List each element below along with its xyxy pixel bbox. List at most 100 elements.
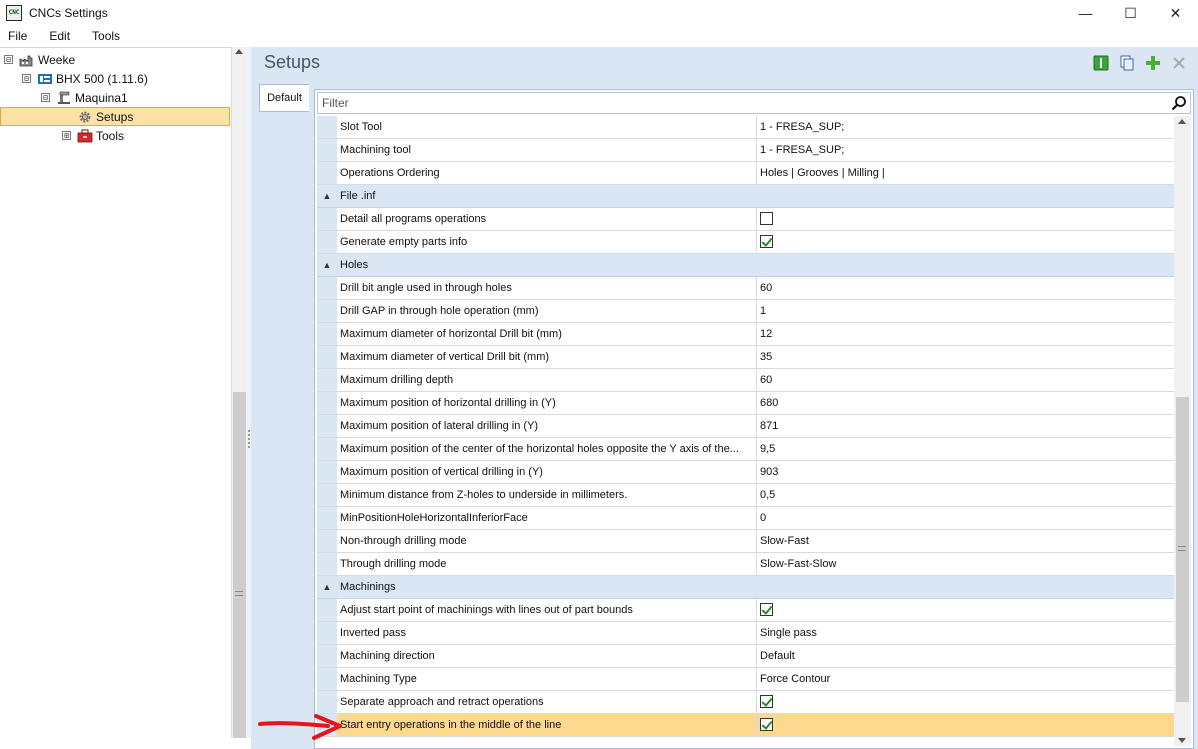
property-row[interactable]: Maximum drilling depth 60: [317, 369, 1175, 392]
property-value[interactable]: Slow-Fast: [757, 530, 1175, 552]
property-value[interactable]: 1 - FRESA_SUP;: [757, 116, 1175, 138]
property-grid: Slot Tool 1 - FRESA_SUP; Machining tool 1 -…: [317, 116, 1175, 746]
property-value[interactable]: [757, 714, 1175, 736]
property-row[interactable]: Separate approach and retract operations: [317, 691, 1175, 714]
property-value[interactable]: 680: [757, 392, 1175, 414]
tree-item-tools[interactable]: ⊞ Tools: [62, 126, 124, 145]
property-value[interactable]: Default: [757, 645, 1175, 667]
delete-button[interactable]: [1170, 54, 1188, 72]
checkbox-checked[interactable]: [760, 717, 773, 731]
row-indent: [317, 622, 337, 644]
menu-bar: File Edit Tools: [0, 26, 1198, 46]
tree-item-bhx500[interactable]: ⊟ BHX 500 (1.11.6): [22, 69, 148, 88]
category-row[interactable]: ▲ Machinings: [317, 576, 1175, 599]
property-value[interactable]: 1 - FRESA_SUP;: [757, 139, 1175, 161]
property-row[interactable]: Machining Type Force Contour: [317, 668, 1175, 691]
property-value[interactable]: 60: [757, 369, 1175, 391]
collapse-icon[interactable]: ⊟: [22, 74, 31, 83]
property-row[interactable]: Maximum diameter of vertical Drill bit (…: [317, 346, 1175, 369]
menu-tools[interactable]: Tools: [83, 29, 129, 43]
property-row[interactable]: Machining tool 1 - FRESA_SUP;: [317, 139, 1175, 162]
scroll-down-icon[interactable]: [1178, 738, 1186, 743]
search-icon[interactable]: [1171, 95, 1187, 111]
machine-icon: [56, 91, 72, 105]
filter-input[interactable]: [318, 93, 1158, 113]
property-value[interactable]: Force Contour: [757, 668, 1175, 690]
property-row[interactable]: Generate empty parts info: [317, 231, 1175, 254]
tree-item-weeke[interactable]: ⊟ Weeke: [4, 50, 75, 69]
copy-button[interactable]: [1118, 54, 1136, 72]
property-value[interactable]: [757, 231, 1175, 253]
property-value[interactable]: 12: [757, 323, 1175, 345]
property-value[interactable]: [757, 691, 1175, 713]
add-button[interactable]: [1144, 54, 1162, 72]
collapse-chevron-icon[interactable]: ▲: [317, 260, 337, 270]
property-row[interactable]: Minimum distance from Z-holes to undersi…: [317, 484, 1175, 507]
checkbox-unchecked[interactable]: [760, 211, 773, 225]
property-row[interactable]: Maximum position of the center of the ho…: [317, 438, 1175, 461]
property-value[interactable]: 9,5: [757, 438, 1175, 460]
splitter-grip-icon: [248, 430, 250, 448]
close-button[interactable]: ✕: [1153, 0, 1198, 26]
collapse-icon[interactable]: ⊟: [4, 55, 13, 64]
property-value[interactable]: 35: [757, 346, 1175, 368]
property-value[interactable]: 903: [757, 461, 1175, 483]
property-row[interactable]: Drill GAP in through hole operation (mm)…: [317, 300, 1175, 323]
property-row[interactable]: Maximum position of horizontal drilling …: [317, 392, 1175, 415]
checkbox-checked[interactable]: [760, 234, 773, 248]
info-button[interactable]: [1092, 54, 1110, 72]
property-value[interactable]: 0,5: [757, 484, 1175, 506]
expand-icon[interactable]: ⊞: [62, 131, 71, 140]
property-row[interactable]: Maximum position of vertical drilling in…: [317, 461, 1175, 484]
factory-icon: [19, 53, 35, 67]
property-row[interactable]: Slot Tool 1 - FRESA_SUP;: [317, 116, 1175, 139]
checkbox-checked[interactable]: [760, 602, 773, 616]
property-value[interactable]: Slow-Fast-Slow: [757, 553, 1175, 575]
property-value[interactable]: 60: [757, 277, 1175, 299]
property-row[interactable]: MinPositionHoleHorizontalInferiorFace 0: [317, 507, 1175, 530]
property-row[interactable]: Detail all programs operations: [317, 208, 1175, 231]
maximize-button[interactable]: ☐: [1108, 0, 1153, 26]
property-value[interactable]: Holes | Grooves | Milling |: [757, 162, 1175, 184]
scroll-up-icon[interactable]: [235, 49, 243, 54]
row-indent: [317, 300, 337, 322]
row-indent: [317, 346, 337, 368]
property-value[interactable]: [757, 208, 1175, 230]
property-row[interactable]: Machining direction Default: [317, 645, 1175, 668]
grid-scrollbar[interactable]: [1174, 116, 1191, 746]
menu-file[interactable]: File: [0, 29, 36, 43]
tab-default[interactable]: Default: [259, 84, 309, 112]
menu-edit[interactable]: Edit: [40, 29, 79, 43]
property-row[interactable]: Drill bit angle used in through holes 60: [317, 277, 1175, 300]
property-row[interactable]: Operations Ordering Holes | Grooves | Mil…: [317, 162, 1175, 185]
property-value[interactable]: 871: [757, 415, 1175, 437]
tree-scrollbar[interactable]: [231, 47, 247, 738]
property-row[interactable]: Maximum position of lateral drilling in …: [317, 415, 1175, 438]
minimize-button[interactable]: —: [1063, 0, 1108, 26]
category-row[interactable]: ▲ File .inf: [317, 185, 1175, 208]
row-indent: [317, 277, 337, 299]
tab-strip: Default: [259, 84, 311, 112]
collapse-chevron-icon[interactable]: ▲: [317, 191, 337, 201]
collapse-icon[interactable]: ⊟: [41, 93, 50, 102]
property-value[interactable]: Single pass: [757, 622, 1175, 644]
scroll-thumb[interactable]: [233, 392, 246, 738]
property-name: MinPositionHoleHorizontalInferiorFace: [337, 507, 757, 529]
property-row[interactable]: Start entry operations in the middle of …: [317, 714, 1175, 737]
property-row[interactable]: Non-through drilling mode Slow-Fast: [317, 530, 1175, 553]
property-row[interactable]: Maximum diameter of horizontal Drill bit…: [317, 323, 1175, 346]
property-name: Machining tool: [337, 139, 757, 161]
category-row[interactable]: ▲ Holes: [317, 254, 1175, 277]
property-value[interactable]: 0: [757, 507, 1175, 529]
checkbox-checked[interactable]: [760, 694, 773, 708]
property-value[interactable]: 1: [757, 300, 1175, 322]
collapse-chevron-icon[interactable]: ▲: [317, 582, 337, 592]
tree-item-maquina1[interactable]: ⊟ Maquina1: [41, 88, 128, 107]
property-row[interactable]: Through drilling mode Slow-Fast-Slow: [317, 553, 1175, 576]
property-value[interactable]: [757, 599, 1175, 621]
property-row[interactable]: Inverted pass Single pass: [317, 622, 1175, 645]
tree-item-setups[interactable]: Setups: [0, 107, 230, 126]
property-row[interactable]: Adjust start point of machinings with li…: [317, 599, 1175, 622]
scroll-up-icon[interactable]: [1178, 119, 1186, 124]
property-name: Generate empty parts info: [337, 231, 757, 253]
